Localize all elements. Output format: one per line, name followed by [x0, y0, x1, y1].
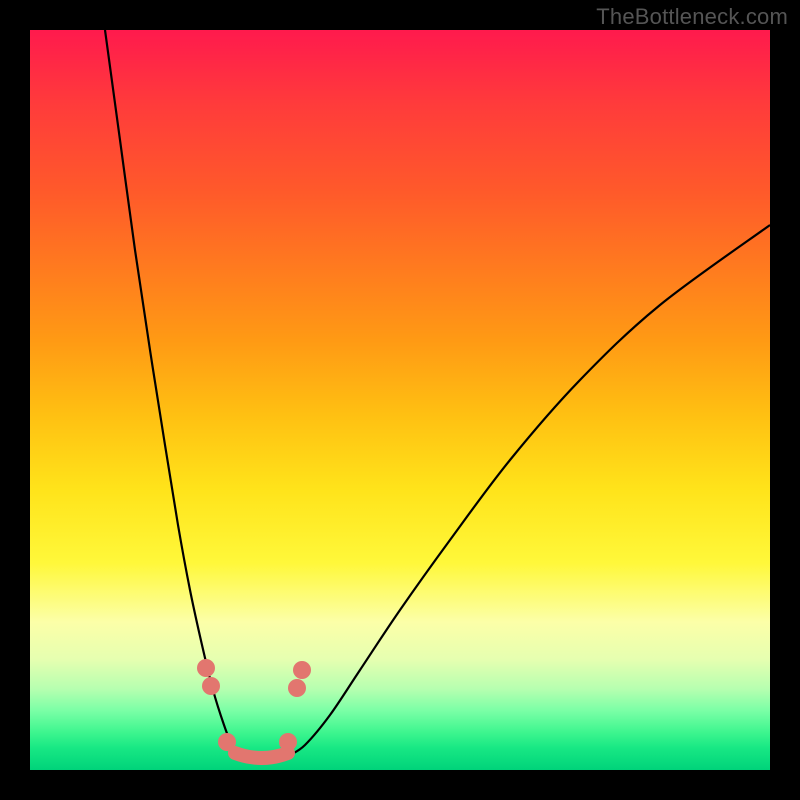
chart-svg [30, 30, 770, 770]
curve-left-branch [105, 30, 240, 755]
marker-floor-left [218, 733, 236, 751]
marker-left-dot-1 [197, 659, 215, 677]
marker-right-dot-1 [293, 661, 311, 679]
marker-left-dot-2 [202, 677, 220, 695]
marker-right-dot-2 [288, 679, 306, 697]
marker-floor-right [279, 733, 297, 751]
chart-plot-area [30, 30, 770, 770]
marker-group [197, 659, 311, 751]
marker-floor-stroke [235, 753, 288, 758]
watermark-text: TheBottleneck.com [596, 4, 788, 30]
curve-right-branch [290, 225, 770, 755]
outer-frame: TheBottleneck.com [0, 0, 800, 800]
